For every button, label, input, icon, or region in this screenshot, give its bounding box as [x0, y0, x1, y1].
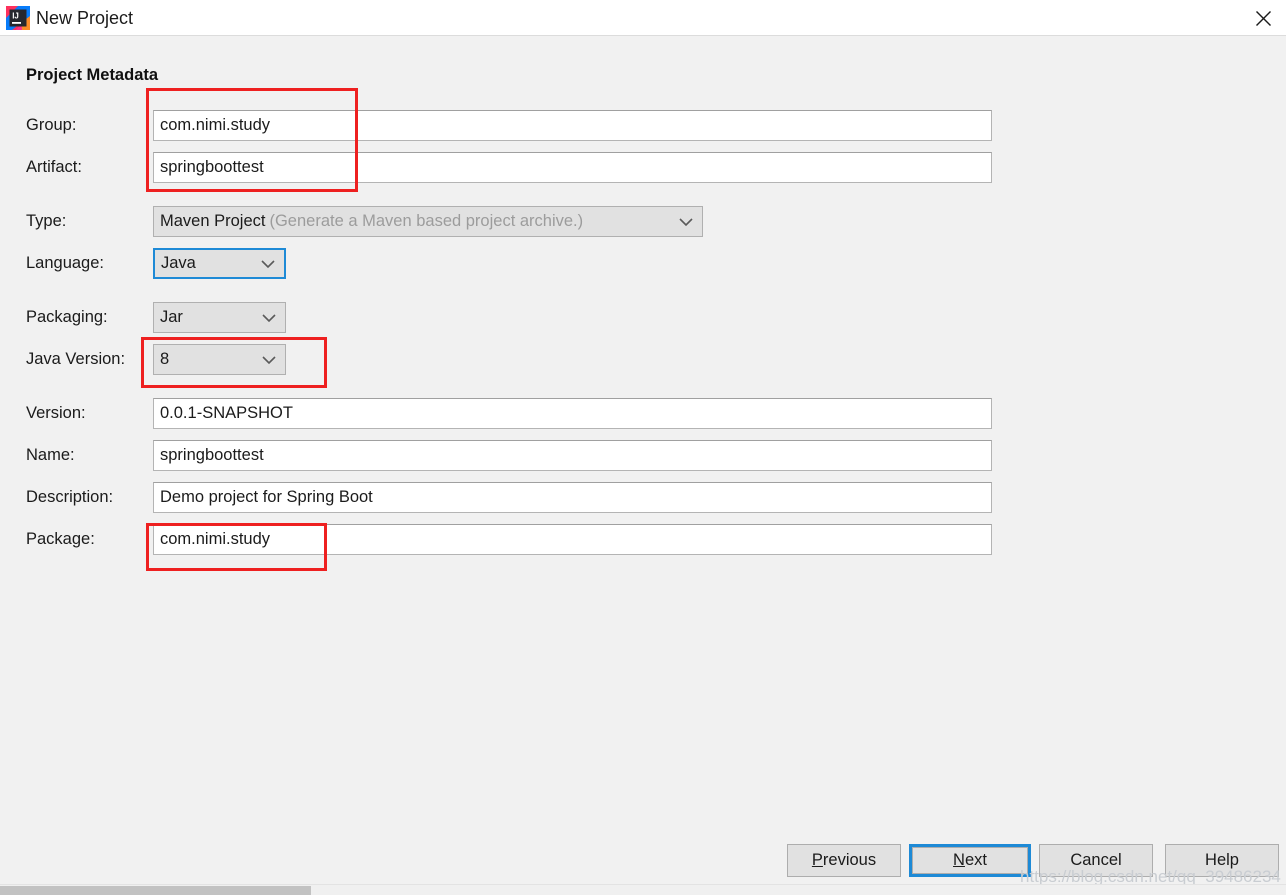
intellij-idea-icon: IJ	[6, 6, 30, 30]
chevron-down-icon	[262, 308, 276, 327]
page-title: Project Metadata	[26, 66, 159, 84]
label-java-version: Java Version:	[26, 350, 126, 368]
type-combo[interactable]: Maven Project (Generate a Maven based pr…	[153, 206, 703, 237]
previous-button[interactable]: Previous	[787, 844, 901, 877]
label-description: Description:	[26, 488, 114, 506]
type-combo-value: Maven Project	[160, 212, 266, 230]
group-input[interactable]: com.nimi.study	[153, 110, 992, 141]
packaging-combo[interactable]: Jar	[153, 302, 286, 333]
artifact-input[interactable]: springboottest	[153, 152, 992, 183]
label-language: Language:	[26, 254, 104, 272]
next-button-focus-ring: Next	[909, 844, 1031, 877]
label-packaging: Packaging:	[26, 308, 108, 326]
name-input[interactable]: springboottest	[153, 440, 992, 471]
next-button[interactable]: Next	[912, 847, 1028, 874]
label-type: Type:	[26, 212, 67, 230]
package-input[interactable]: com.nimi.study	[153, 524, 992, 555]
packaging-combo-value: Jar	[160, 308, 183, 326]
chevron-down-icon	[262, 350, 276, 369]
horizontal-scrollbar[interactable]	[0, 884, 1286, 895]
label-version: Version:	[26, 404, 86, 422]
previous-button-label: Previous	[811, 851, 877, 869]
next-button-label: Next	[953, 851, 987, 869]
horizontal-scrollbar-thumb[interactable]	[0, 886, 311, 895]
title-bar: IJ New Project	[0, 0, 1286, 36]
new-project-dialog: IJ New Project Project Metadata Group: c…	[0, 0, 1286, 895]
label-group: Group:	[26, 116, 77, 134]
type-combo-hint: (Generate a Maven based project archive.…	[269, 212, 584, 230]
java-version-combo-value: 8	[160, 350, 170, 368]
window-title: New Project	[36, 8, 134, 28]
chevron-down-icon	[679, 212, 693, 231]
version-input[interactable]: 0.0.1-SNAPSHOT	[153, 398, 992, 429]
chevron-down-icon	[261, 254, 275, 273]
label-name: Name:	[26, 446, 75, 464]
dialog-body: Project Metadata Group: com.nimi.study A…	[0, 36, 1286, 884]
label-package: Package:	[26, 530, 95, 548]
close-icon[interactable]	[1240, 0, 1286, 36]
description-input[interactable]: Demo project for Spring Boot	[153, 482, 992, 513]
language-combo-value: Java	[161, 254, 196, 272]
java-version-combo[interactable]: 8	[153, 344, 286, 375]
label-artifact: Artifact:	[26, 158, 82, 176]
language-combo[interactable]: Java	[153, 248, 286, 279]
svg-text:IJ: IJ	[12, 11, 19, 20]
